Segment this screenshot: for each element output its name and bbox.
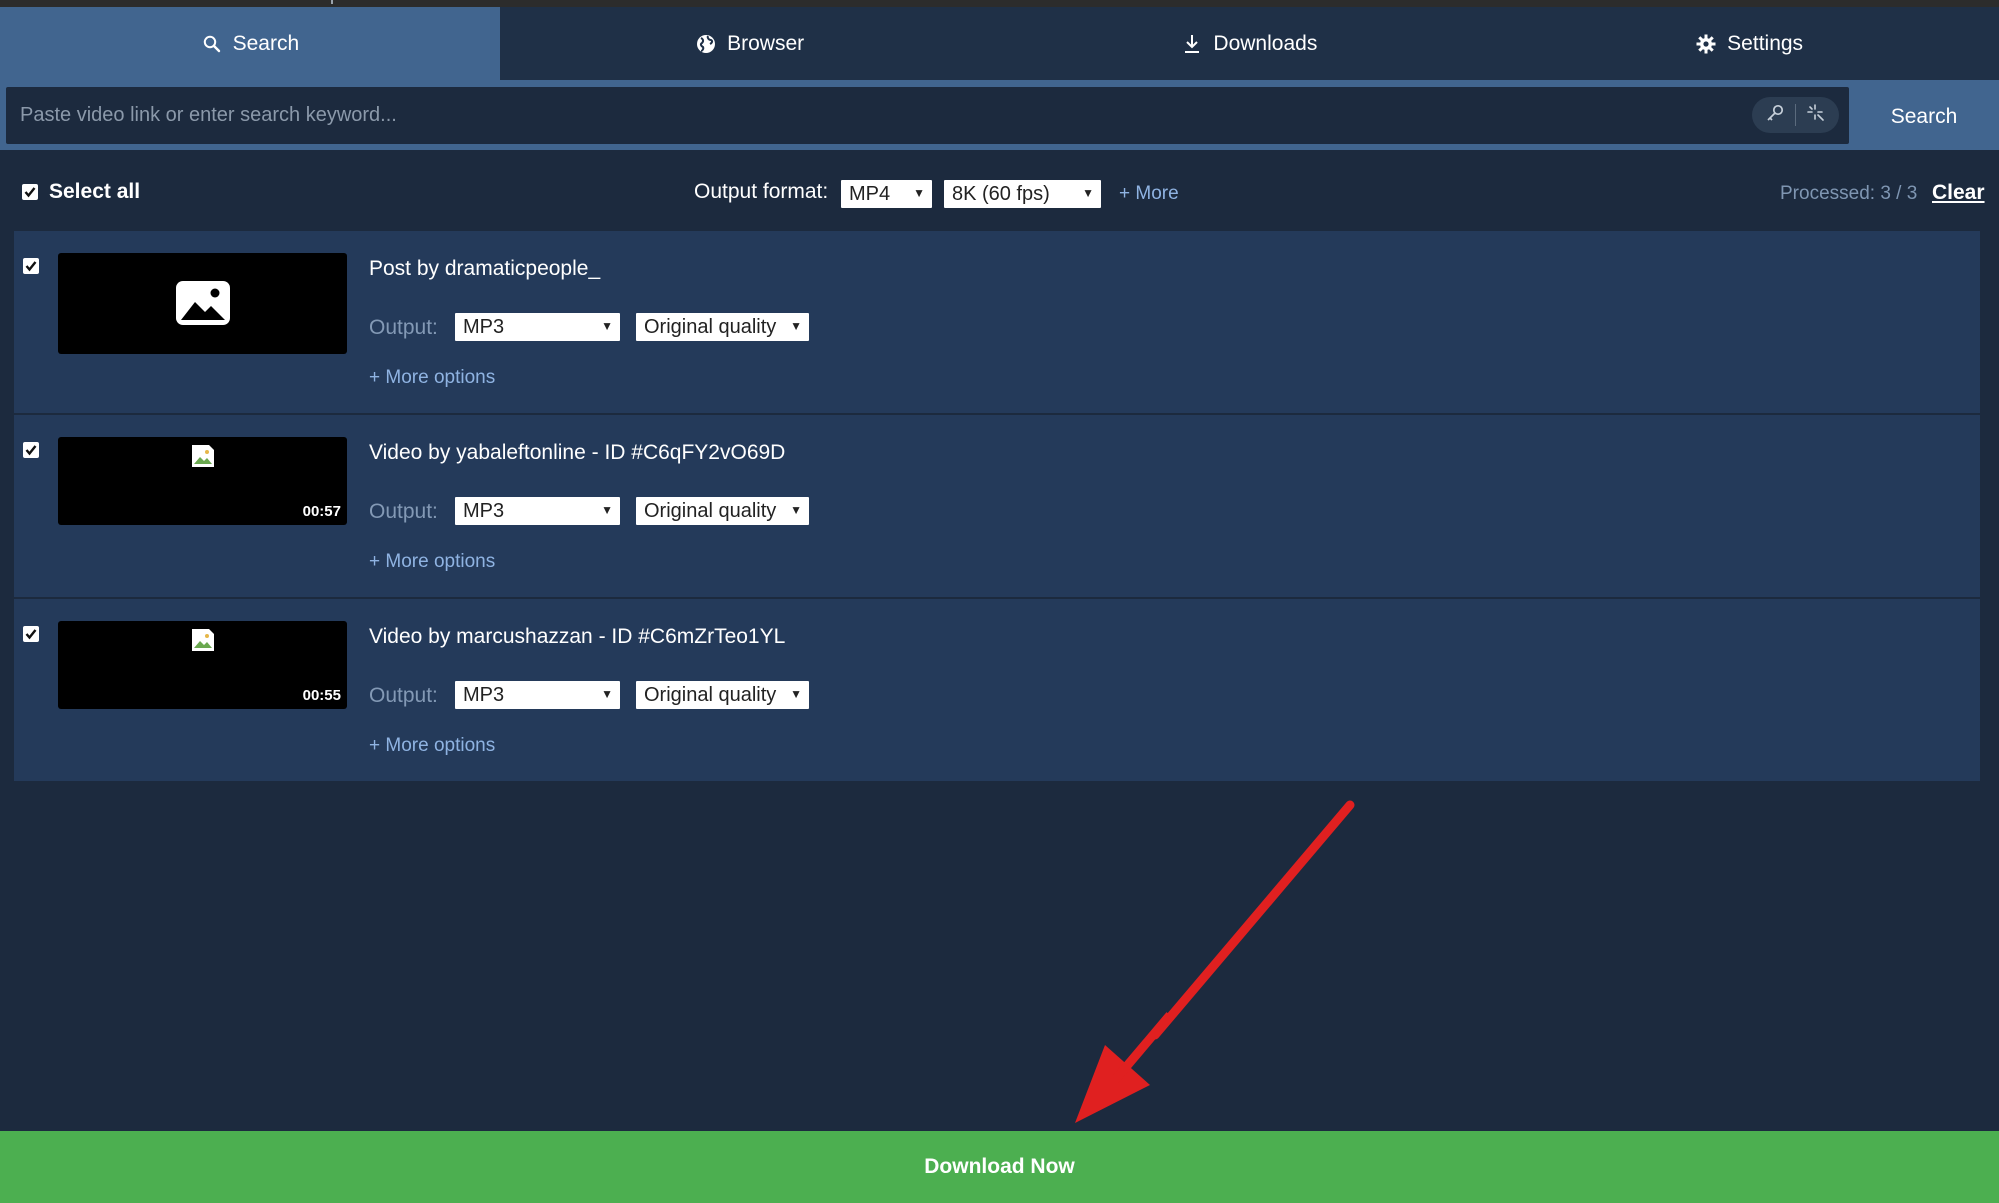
more-options-link[interactable]: + More options — [369, 735, 495, 757]
processed-status: Processed: 3 / 3 — [1780, 183, 1918, 204]
item-quality-select[interactable]: Original quality ▼ — [636, 313, 809, 341]
tab-search-label: Search — [232, 31, 300, 55]
item-title: Video by yabaleftonline - ID #C6qFY2vO69… — [369, 441, 786, 464]
item-title: Video by marcushazzan - ID #C6mZrTeo1YL — [369, 625, 786, 648]
search-icon — [201, 33, 223, 55]
search-button[interactable]: Search — [1849, 84, 1999, 150]
list-item: Post by dramaticpeople_ Output: MP3 ▼ Or… — [14, 231, 1980, 415]
thumbnail[interactable] — [58, 253, 347, 354]
key-icon[interactable] — [1765, 103, 1785, 128]
batch-toolbar: Select all Output format: MP4 ▼ 8K (60 f… — [0, 150, 1999, 230]
gear-icon — [1695, 33, 1717, 55]
item-format-value: MP3 — [463, 315, 505, 338]
tab-search[interactable]: Search — [0, 7, 500, 80]
chevron-down-icon: ▼ — [601, 503, 613, 517]
select-all-label: Select all — [49, 180, 141, 203]
item-checkbox[interactable] — [23, 258, 39, 274]
item-quality-select[interactable]: Original quality ▼ — [636, 681, 809, 709]
chevron-down-icon: ▼ — [913, 186, 925, 200]
duration-badge: 00:57 — [302, 503, 341, 520]
more-options-link[interactable]: + More options — [369, 367, 495, 389]
chevron-down-icon: ▼ — [601, 687, 613, 701]
item-title: Post by dramaticpeople_ — [369, 257, 601, 280]
search-input[interactable] — [20, 87, 1720, 144]
tab-browser-label: Browser — [727, 31, 805, 55]
chevron-down-icon: ▼ — [1082, 186, 1094, 200]
quality-select[interactable]: 8K (60 fps) ▼ — [944, 180, 1101, 208]
download-icon — [1181, 33, 1203, 55]
output-label: Output: — [369, 316, 438, 339]
output-label: Output: — [369, 500, 438, 523]
item-format-select[interactable]: MP3 ▼ — [455, 497, 620, 525]
search-bar: Search — [0, 84, 1999, 150]
search-tools — [1752, 97, 1839, 133]
chevron-down-icon: ▼ — [790, 687, 802, 701]
tool-separator — [1795, 104, 1796, 126]
more-options-link[interactable]: + More options — [369, 551, 495, 573]
select-all-checkbox[interactable]: Select all — [22, 180, 140, 204]
sparkle-icon[interactable] — [1806, 103, 1826, 128]
strip-marker — [331, 0, 333, 4]
output-format-label: Output format: — [694, 180, 829, 203]
item-format-value: MP3 — [463, 683, 505, 706]
item-checkbox[interactable] — [23, 626, 39, 642]
tab-downloads-label: Downloads — [1213, 31, 1318, 55]
item-quality-value: Original quality — [644, 315, 777, 338]
search-field-wrap — [6, 87, 1849, 144]
chevron-down-icon: ▼ — [790, 503, 802, 517]
download-now-button[interactable]: Download Now — [0, 1131, 1999, 1203]
format-select[interactable]: MP4 ▼ — [841, 180, 932, 208]
globe-icon — [695, 33, 717, 55]
item-format-select[interactable]: MP3 ▼ — [455, 313, 620, 341]
tab-settings[interactable]: Settings — [1499, 7, 1999, 80]
image-placeholder-icon — [175, 280, 231, 331]
output-label: Output: — [369, 684, 438, 707]
item-checkbox[interactable] — [23, 442, 39, 458]
chevron-down-icon: ▼ — [601, 319, 613, 333]
list-item: 00:57 Video by yabaleftonline - ID #C6qF… — [14, 415, 1980, 599]
clear-button[interactable]: Clear — [1932, 181, 1985, 205]
quality-select-value: 8K (60 fps) — [952, 182, 1050, 205]
duration-badge: 00:55 — [302, 687, 341, 704]
annotation-arrow-icon — [1075, 800, 1355, 1123]
top-window-strip — [0, 0, 1999, 7]
item-quality-select[interactable]: Original quality ▼ — [636, 497, 809, 525]
broken-image-icon — [191, 444, 215, 468]
item-list: Post by dramaticpeople_ Output: MP3 ▼ Or… — [14, 231, 1980, 783]
format-select-value: MP4 — [849, 182, 891, 205]
thumbnail[interactable]: 00:57 — [58, 437, 347, 525]
item-format-select[interactable]: MP3 ▼ — [455, 681, 620, 709]
item-format-value: MP3 — [463, 499, 505, 522]
tab-browser[interactable]: Browser — [500, 7, 1000, 80]
tab-bar: Search Browser Downloads Settings — [0, 7, 1999, 80]
tab-downloads[interactable]: Downloads — [1000, 7, 1500, 80]
chevron-down-icon: ▼ — [790, 319, 802, 333]
item-quality-value: Original quality — [644, 683, 777, 706]
list-item: 00:55 Video by marcushazzan - ID #C6mZrT… — [14, 599, 1980, 783]
more-formats-link[interactable]: + More — [1119, 183, 1179, 205]
checkbox-icon — [22, 184, 38, 200]
tab-settings-label: Settings — [1727, 31, 1804, 55]
broken-image-icon — [191, 628, 215, 652]
thumbnail[interactable]: 00:55 — [58, 621, 347, 709]
item-quality-value: Original quality — [644, 499, 777, 522]
